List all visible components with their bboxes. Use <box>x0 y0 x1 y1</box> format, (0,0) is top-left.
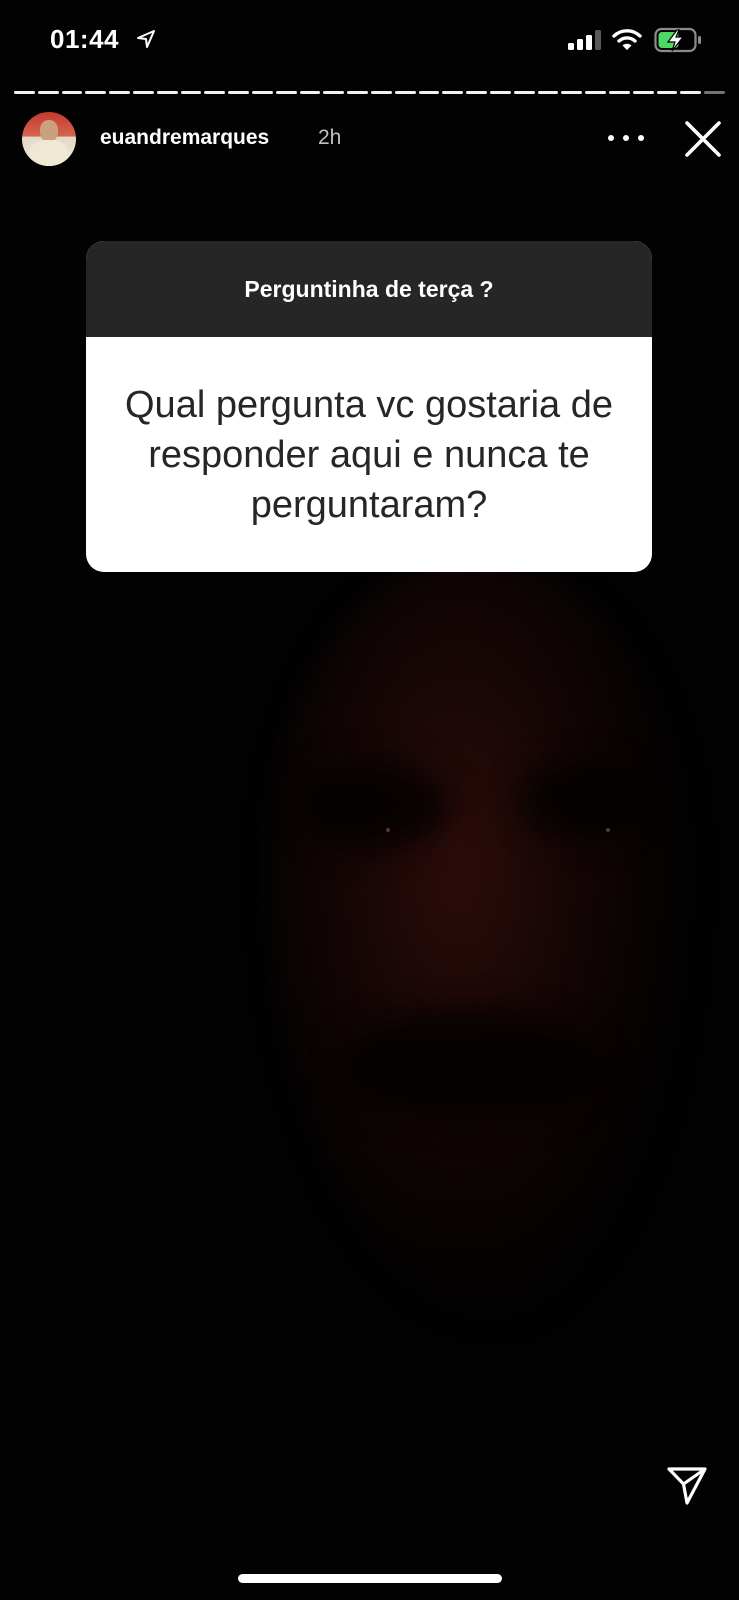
username[interactable]: euandremarques <box>100 126 269 150</box>
story-progress-segment <box>275 91 297 94</box>
story-progress-segment <box>561 91 583 94</box>
story-progress-segment <box>204 91 226 94</box>
send-icon[interactable] <box>666 1466 708 1506</box>
story-progress-segment <box>299 91 321 94</box>
story-progress-segment <box>513 91 535 94</box>
story-progress-segment <box>442 91 464 94</box>
face-shadow-left-eye <box>300 760 450 850</box>
avatar-head <box>40 120 58 142</box>
cellular-signal-icon <box>568 30 601 50</box>
more-dot <box>638 135 644 141</box>
home-indicator[interactable] <box>238 1574 502 1583</box>
story-progress-segment <box>370 91 392 94</box>
story-progress-segment <box>680 91 702 94</box>
story-progress-segment <box>180 91 202 94</box>
eye-glint-right <box>606 828 610 832</box>
story-progress-segment <box>85 91 107 94</box>
eye-glint-left <box>386 828 390 832</box>
story-progress-segment <box>656 91 678 94</box>
question-sticker-prompt: Perguntinha de terça ? <box>86 241 652 337</box>
more-dots-icon <box>608 135 614 141</box>
more-dot <box>623 135 629 141</box>
close-icon[interactable] <box>684 120 722 158</box>
status-bar: 01:44 <box>0 0 739 80</box>
story-progress-segment <box>323 91 345 94</box>
story-background-photo <box>0 0 739 1600</box>
story-progress-segment <box>132 91 154 94</box>
story-progress-segment <box>585 91 606 94</box>
story-progress-bar <box>14 91 725 95</box>
face-shadow-mouth <box>340 1010 600 1120</box>
story-timestamp: 2h <box>318 126 342 149</box>
story-progress-segment <box>632 91 654 94</box>
wifi-icon <box>612 29 642 50</box>
story-progress-segment <box>537 91 559 94</box>
face-shadow-right-eye <box>520 760 640 840</box>
avatar-shirt <box>30 140 68 166</box>
story-progress-segment <box>61 91 83 94</box>
question-sticker[interactable]: Perguntinha de terça ? Qual pergunta vc … <box>86 241 652 572</box>
location-arrow-icon <box>137 30 155 48</box>
story-progress-segment <box>418 91 440 94</box>
story-progress-segment <box>228 91 249 94</box>
story-progress-segment <box>109 91 130 94</box>
story-progress-segment <box>489 91 511 94</box>
question-sticker-question: Qual pergunta vc gostaria de responder a… <box>125 383 613 526</box>
battery-charging-icon <box>654 27 701 53</box>
more-options-button[interactable] <box>608 124 644 152</box>
status-time: 01:44 <box>50 24 119 54</box>
story-progress-segment <box>608 91 630 94</box>
story-progress-segment <box>37 91 59 94</box>
story-progress-segment <box>394 91 416 94</box>
story-progress-segment <box>156 91 178 94</box>
story-progress-segment <box>14 91 35 94</box>
story-progress-segment <box>704 91 725 94</box>
story-progress-segment <box>466 91 487 94</box>
story-progress-segment <box>251 91 273 94</box>
avatar[interactable] <box>22 112 76 166</box>
story-progress-segment <box>347 91 368 94</box>
face-silhouette <box>270 560 690 1320</box>
